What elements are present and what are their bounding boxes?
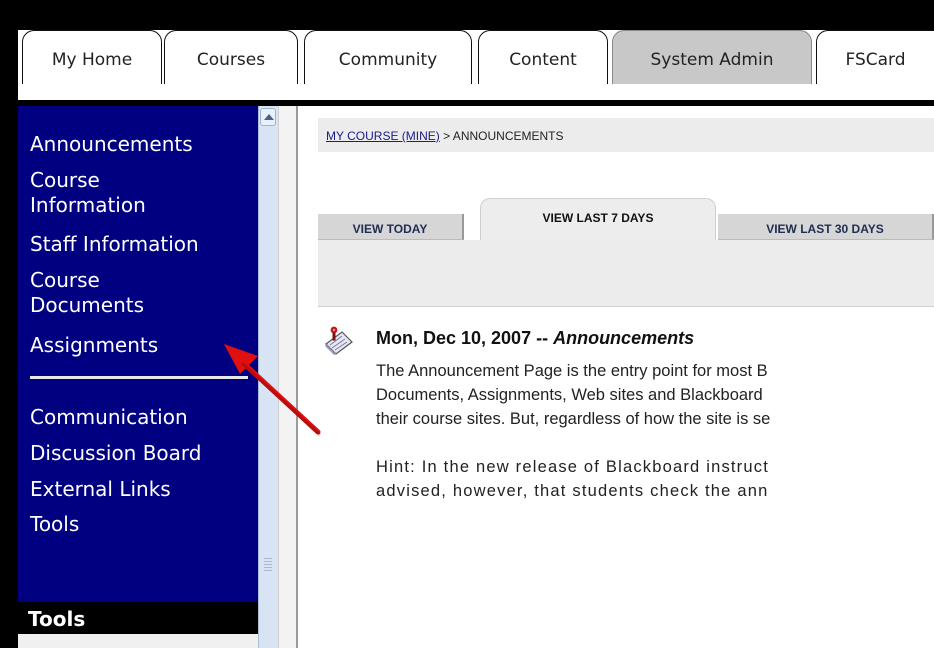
announcement-body-line: Documents, Assignments, Web sites and Bl…: [376, 386, 763, 404]
announcement-header: Mon, Dec 10, 2007 -- Announcements: [376, 328, 694, 349]
announcement-separator: --: [531, 328, 554, 348]
scroll-grip-icon[interactable]: [264, 558, 272, 572]
scroll-up-arrow-icon[interactable]: [260, 108, 276, 126]
red-arrow-icon: [224, 344, 322, 437]
view-tab-panel: [318, 240, 934, 307]
tab-view-last-30-days[interactable]: VIEW LAST 30 DAYS: [718, 214, 934, 240]
breadcrumb-current: > ANNOUNCEMENTS: [439, 129, 564, 143]
frame-edge: [0, 0, 18, 648]
tab-my-home[interactable]: My Home: [22, 30, 162, 84]
announcement-hint-line: Hint: In the new release of Blackboard i…: [376, 458, 769, 476]
announcement-hint-line: advised, however, that students check th…: [376, 482, 769, 500]
announcement-date: Mon, Dec 10, 2007: [376, 328, 532, 348]
tab-view-last-7-days[interactable]: VIEW LAST 7 DAYS: [480, 198, 716, 240]
breadcrumb-bar: MY COURSE (MINE) > ANNOUNCEMENTS: [318, 118, 934, 152]
sidebar-item-course-information[interactable]: Course Information: [30, 168, 146, 218]
announcement-body-line: The Announcement Page is the entry point…: [376, 362, 768, 380]
breadcrumb: MY COURSE (MINE) > ANNOUNCEMENTS: [326, 129, 563, 143]
announcement-category: Announcements: [553, 328, 695, 348]
tab-fscard[interactable]: FSCard: [816, 30, 934, 84]
sidebar-item-discussion-board[interactable]: Discussion Board: [30, 441, 202, 466]
tab-courses[interactable]: Courses: [164, 30, 298, 84]
tab-system-admin[interactable]: System Admin: [612, 30, 812, 84]
sidebar-item-staff-information[interactable]: Staff Information: [30, 232, 199, 257]
tab-community[interactable]: Community: [304, 30, 472, 84]
sidebar-item-communication[interactable]: Communication: [30, 405, 188, 430]
tab-content[interactable]: Content: [478, 30, 608, 84]
tools-panel: [18, 634, 258, 648]
main-content: MY COURSE (MINE) > ANNOUNCEMENTS VIEW TO…: [298, 106, 934, 648]
sidebar-item-tools[interactable]: Tools: [30, 512, 79, 537]
sidebar-item-external-links[interactable]: External Links: [30, 477, 171, 502]
top-band: [0, 0, 934, 30]
tab-view-today[interactable]: VIEW TODAY: [318, 214, 464, 240]
sidebar-item-course-documents[interactable]: Course Documents: [30, 268, 144, 318]
sidebar-item-announcements[interactable]: Announcements: [30, 132, 193, 157]
announcement-body-line: their course sites. But, regardless of h…: [376, 410, 771, 428]
sidebar-item-assignments[interactable]: Assignments: [30, 333, 158, 358]
breadcrumb-course-link[interactable]: MY COURSE (MINE): [326, 129, 440, 143]
tools-header[interactable]: Tools: [18, 602, 258, 634]
